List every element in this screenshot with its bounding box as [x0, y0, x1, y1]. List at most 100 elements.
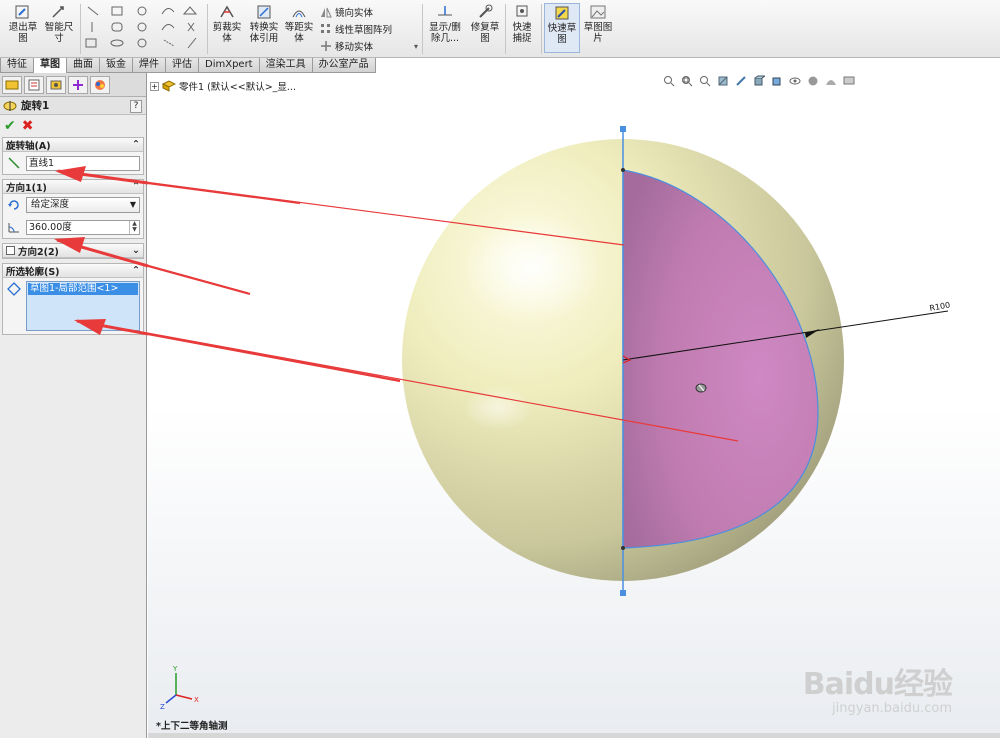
repair-sketch-icon: [479, 4, 493, 18]
move-entities-button[interactable]: 移动实体: [320, 39, 373, 53]
tab-features[interactable]: 特征: [0, 58, 34, 73]
watermark-url: jingyan.baidu.com: [832, 701, 952, 716]
tab-dimxpert[interactable]: DimXpert: [198, 58, 260, 73]
chevron-down-icon: ▼: [129, 200, 136, 209]
tab-office-products[interactable]: 办公室产品: [311, 58, 376, 73]
convert-entities-button[interactable]: 转换实体引用: [246, 3, 282, 44]
tab-sheet-metal[interactable]: 钣金: [99, 58, 133, 73]
sketch-tools-grid[interactable]: [84, 4, 204, 54]
repair-sketch-button[interactable]: 修复草图: [468, 3, 502, 44]
exit-sketch-button[interactable]: 退出草图: [6, 3, 40, 44]
tab-render-tools[interactable]: 渲染工具: [258, 58, 313, 73]
rotate-cursor-icon: [695, 383, 707, 393]
offset-icon: [292, 10, 306, 18]
direction1-group: 方向1(1) ⌃ 给定深度 ▼ 360.00度 ▲ ▼: [2, 179, 144, 239]
axis-field[interactable]: 直线1: [26, 155, 140, 171]
angle-icon: [6, 219, 22, 235]
toolbar-separator: [541, 4, 542, 54]
linear-pattern-button[interactable]: 线性草图阵列: [320, 22, 392, 36]
mirror-icon: [321, 7, 332, 18]
view-orientation-label: *上下二等角轴测: [156, 721, 228, 732]
display-delete-relations-button[interactable]: 显示/删除几...: [426, 3, 464, 44]
rapid-sketch-icon: [555, 6, 569, 20]
smart-dimension-button[interactable]: 智能尺寸: [42, 3, 76, 44]
property-manager-icon: [28, 79, 40, 91]
sketch-picture-icon: [590, 5, 606, 19]
tab-sketch[interactable]: 草图: [33, 58, 67, 73]
convert-entities-icon: [257, 5, 271, 19]
feature-tree-icon: [5, 80, 19, 90]
help-button[interactable]: ?: [130, 100, 142, 113]
revolve-icon: [3, 100, 17, 111]
tab-surfaces[interactable]: 曲面: [66, 58, 100, 73]
axis-line-icon: [6, 155, 22, 171]
configuration-icon: [50, 80, 62, 90]
linear-pattern-icon: [321, 24, 330, 33]
contour-icon: [6, 281, 22, 297]
mirror-entities-button[interactable]: 镜向实体: [320, 5, 373, 19]
move-icon: [321, 41, 331, 51]
toolbar-separator: [207, 4, 208, 54]
sphere-highlight: [463, 213, 603, 323]
contours-list[interactable]: 草图1-局部范围<1>: [26, 281, 140, 331]
command-toolbar: 退出草图 智能尺寸 剪裁实体 转换实体引用 等距实体 镜向实体 线性草图阵列 移…: [0, 0, 1000, 58]
command-manager-tabs: 特征 草图 曲面 钣金 焊件 评估 DimXpert 渲染工具 办公室产品: [0, 58, 420, 73]
dimxpert-manager-tab[interactable]: [68, 76, 88, 94]
direction2-checkbox[interactable]: [6, 245, 15, 255]
feature-title: 旋转1: [0, 97, 146, 115]
toolbar-separator: [80, 4, 81, 54]
list-item[interactable]: 草图1-局部范围<1>: [28, 283, 138, 295]
chevron-down-icon[interactable]: ▾: [414, 42, 418, 51]
offset-entities-button[interactable]: 等距实体: [284, 3, 314, 44]
relations-icon: [438, 6, 452, 16]
direction2-group: 方向2(2) ⌄: [2, 243, 144, 259]
smart-dimension-icon: [52, 6, 64, 18]
quick-snap-icon: [516, 5, 528, 17]
collapse-icon[interactable]: ⌃: [132, 139, 140, 150]
rapid-sketch-button[interactable]: 快速草图: [544, 3, 580, 53]
graphics-area[interactable]: + 零件1 (默认<<默认>_显... R100 Y X Z *上下二等角轴测 …: [148, 73, 1000, 738]
property-manager-tab[interactable]: [24, 76, 44, 94]
direction1-header[interactable]: 方向1(1) ⌃: [3, 180, 143, 194]
feature-manager-tab[interactable]: [2, 76, 22, 94]
sketch-picture-button[interactable]: 草图图片: [582, 3, 614, 44]
configuration-manager-tab[interactable]: [46, 76, 66, 94]
axis-triad: Y X Z: [160, 665, 199, 711]
triad-z-label: Z: [160, 703, 165, 711]
toolbar-separator: [422, 4, 423, 54]
expand-icon[interactable]: ⌄: [132, 245, 140, 256]
axis-endpoint-handle[interactable]: [620, 590, 626, 596]
watermark-logo: Baidu经验: [802, 667, 953, 702]
cancel-button[interactable]: ✖: [22, 118, 34, 134]
axis-group-header[interactable]: 旋转轴(A) ⌃: [3, 138, 143, 152]
ok-button[interactable]: ✔: [4, 118, 16, 134]
reverse-direction-icon[interactable]: [6, 197, 22, 213]
tab-weldments[interactable]: 焊件: [132, 58, 166, 73]
axis-endpoint-handle[interactable]: [620, 126, 626, 132]
manager-tabs: [0, 73, 146, 97]
direction2-header[interactable]: 方向2(2) ⌄: [3, 244, 143, 258]
collapse-icon[interactable]: ⌃: [132, 181, 140, 192]
quick-snaps-button[interactable]: 快速捕捉: [508, 3, 536, 44]
contours-header[interactable]: 所选轮廓(S) ⌃: [3, 264, 143, 278]
status-bar: [148, 733, 1000, 738]
tab-evaluate[interactable]: 评估: [165, 58, 199, 73]
display-manager-icon: [95, 80, 105, 90]
axis-group: 旋转轴(A) ⌃ 直线1: [2, 137, 144, 175]
trim-icon: [220, 5, 234, 18]
trim-entities-button[interactable]: 剪裁实体: [210, 3, 244, 44]
triad-x-label: X: [194, 696, 199, 704]
spin-arrows[interactable]: ▲ ▼: [129, 220, 139, 234]
dimxpert-icon: [73, 80, 83, 90]
sketch-point: [621, 168, 625, 172]
toolbar-separator: [505, 4, 506, 54]
angle-input[interactable]: 360.00度 ▲ ▼: [26, 219, 140, 235]
collapse-icon[interactable]: ⌃: [132, 265, 140, 276]
model-viewport[interactable]: R100 Y X Z: [148, 73, 1000, 738]
property-manager: 旋转1 ? ✔ ✖ 旋转轴(A) ⌃ 直线1 方向1(1) ⌃ 给定深度 ▼ 36…: [0, 73, 147, 738]
selected-contours-group: 所选轮廓(S) ⌃ 草图1-局部范围<1>: [2, 263, 144, 335]
display-manager-tab[interactable]: [90, 76, 110, 94]
pm-actions: ✔ ✖: [0, 115, 146, 137]
exit-sketch-icon: [15, 5, 29, 19]
end-condition-select[interactable]: 给定深度 ▼: [26, 197, 140, 213]
